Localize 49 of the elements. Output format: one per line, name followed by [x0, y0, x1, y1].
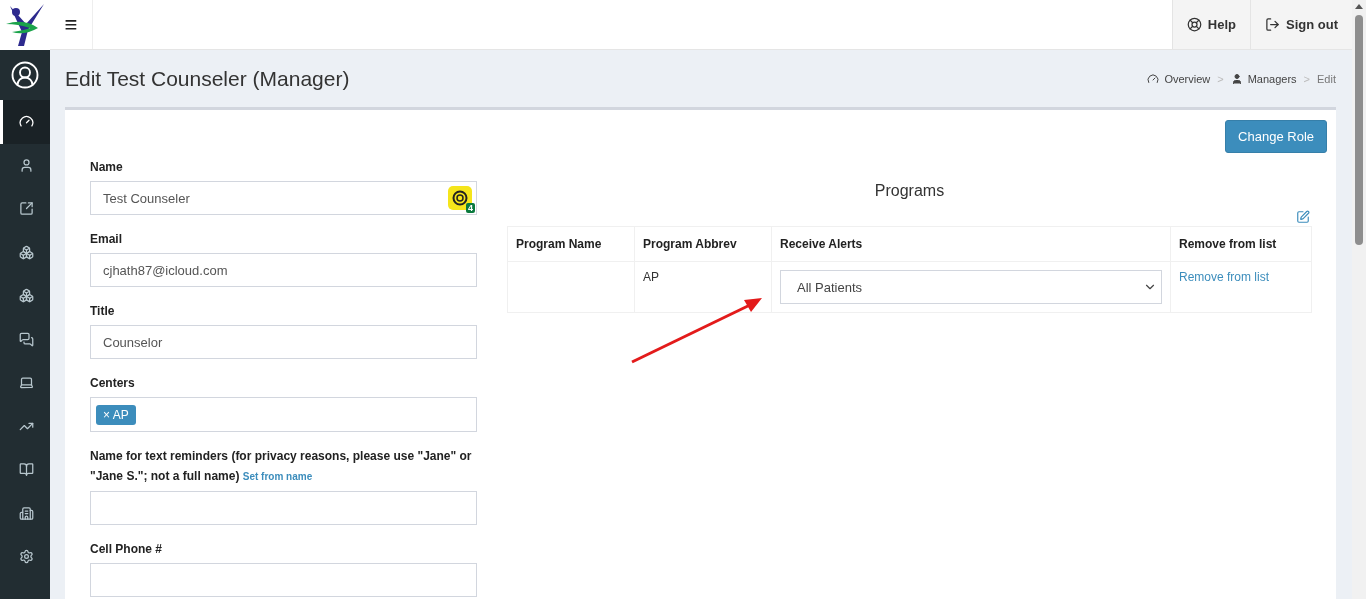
- input-field[interactable]: cjhath87@icloud.com: [90, 253, 477, 287]
- avatar-icon: [10, 60, 40, 90]
- column-header: Program Abbrev: [634, 226, 772, 262]
- breadcrumb-link[interactable]: Managers: [1230, 72, 1297, 85]
- alerts-select[interactable]: All Patients: [780, 270, 1162, 304]
- breadcrumb-separator: >: [1303, 72, 1311, 85]
- boxes-icon: [19, 288, 34, 304]
- input-field[interactable]: Counselor: [90, 325, 477, 359]
- field-label: Centers: [90, 375, 136, 392]
- book-icon: [19, 462, 34, 478]
- user-icon: [1230, 72, 1243, 85]
- field-label: Name for text reminders (for privacy reasons, please use "Jane" or "Jane S."; not a full name) Set from name: [90, 448, 473, 485]
- input-field[interactable]: Test Counseler 4: [90, 181, 477, 215]
- sign-out-button[interactable]: Sign out: [1250, 0, 1352, 49]
- centers-field[interactable]: × AP: [90, 397, 477, 432]
- edit-icon[interactable]: [1296, 210, 1310, 224]
- boxes-icon: [19, 244, 34, 260]
- scroll-up-icon[interactable]: [1355, 4, 1363, 9]
- field-label: Cell Phone #: [90, 541, 164, 558]
- set-from-name-link[interactable]: Set from name: [242, 471, 313, 482]
- field-label: Name: [90, 159, 124, 176]
- laptop-icon: [19, 375, 34, 391]
- column-header: Receive Alerts: [771, 226, 1171, 262]
- change-role-button[interactable]: Change Role: [1225, 120, 1327, 153]
- scrollbar-thumb[interactable]: [1355, 15, 1363, 245]
- external-link-icon: [19, 201, 34, 217]
- column-header: Remove from list: [1170, 226, 1312, 262]
- input-field[interactable]: [90, 563, 477, 597]
- settings-icon: [19, 549, 34, 565]
- count-badge: 4: [466, 203, 475, 213]
- page-title: Edit Test Counseler (Manager): [65, 66, 350, 91]
- input-field[interactable]: [90, 491, 477, 525]
- lifebuoy-icon: [1186, 17, 1202, 32]
- section-title: Programs: [873, 182, 946, 200]
- breadcrumb-separator: >: [1217, 72, 1224, 85]
- sign-out-icon: [1265, 17, 1280, 32]
- center-tag[interactable]: × AP: [96, 404, 136, 425]
- sidebar-item[interactable]: [0, 100, 50, 144]
- building-icon: [19, 505, 34, 521]
- column-header: Program Name: [507, 226, 635, 262]
- field-label: Email: [90, 231, 123, 248]
- help-button[interactable]: Help: [1171, 0, 1250, 49]
- field-label: Title: [90, 303, 116, 320]
- breadcrumb-link[interactable]: Overview: [1147, 72, 1211, 85]
- assistant-badge[interactable]: 4: [448, 186, 472, 210]
- breadcrumb-link[interactable]: Edit: [1317, 72, 1336, 85]
- dashboard-icon: [1147, 72, 1160, 85]
- remove-link[interactable]: Remove from list: [1179, 270, 1270, 284]
- user-icon: [19, 157, 34, 173]
